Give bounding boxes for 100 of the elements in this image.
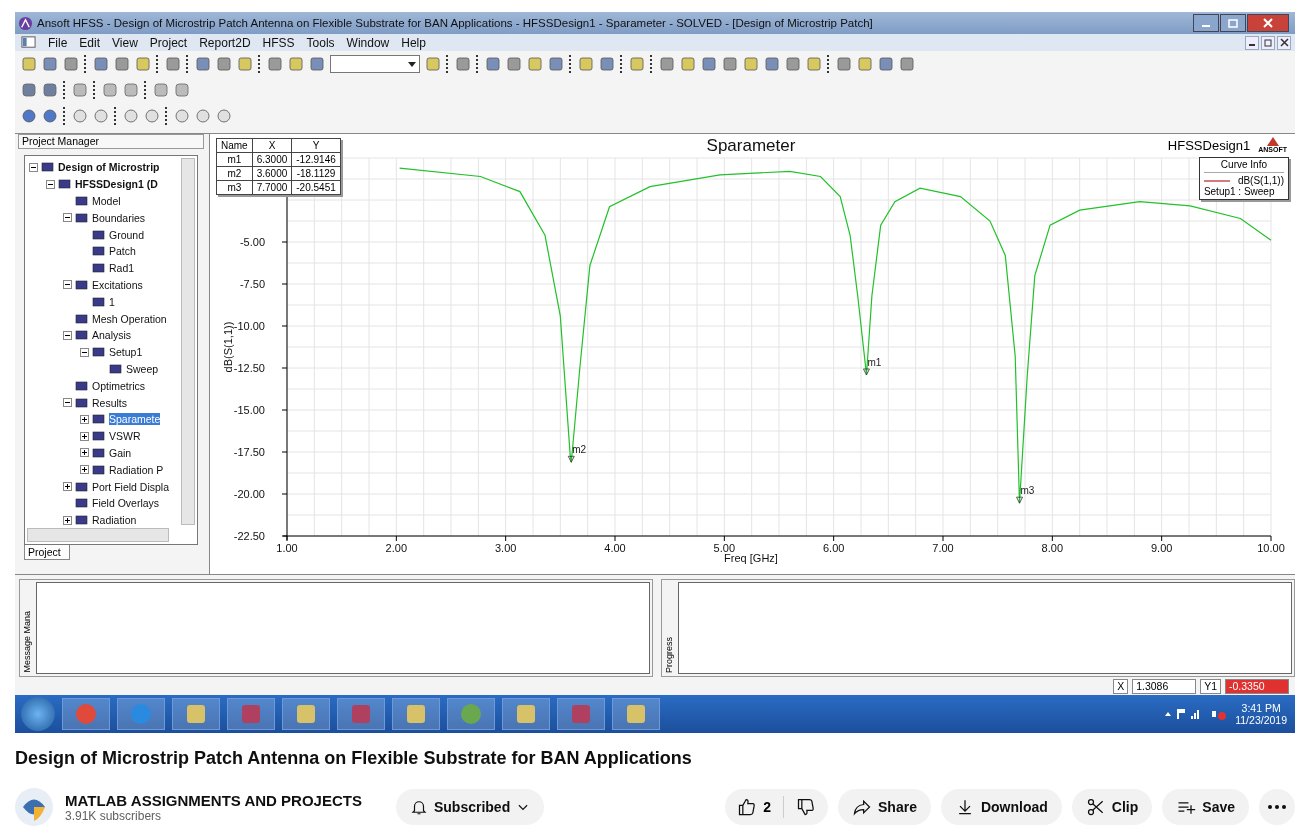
y-tick-label: -10.00 [233,320,265,332]
save-button[interactable]: Save [1162,789,1249,825]
menu-item[interactable]: File [48,35,68,50]
channel-avatar[interactable] [15,788,53,826]
circle-icon [74,702,98,726]
download-button[interactable]: Download [940,789,1062,825]
tree-item[interactable]: Ground [109,228,145,241]
more-button[interactable] [1259,789,1295,825]
menu-item[interactable]: Help [401,35,426,50]
collapse-icon[interactable] [63,330,72,340]
square-icon[interactable] [455,56,471,72]
expand-icon[interactable] [63,515,72,525]
table-cell: -18.1129 [291,166,341,181]
date-text: 11/23/2019 [1235,714,1287,726]
taskbar-button[interactable] [282,698,330,730]
tree-item[interactable]: Design of Microstrip [58,161,160,174]
x-tick-label: 2.00 [385,542,408,554]
minimize-button[interactable] [1193,14,1219,32]
tree-item[interactable]: VSWR [109,430,141,443]
document-icon[interactable] [21,35,36,50]
tree-item[interactable]: Radiation P [109,463,164,476]
close-icon [1279,38,1289,47]
share-button[interactable]: Share [838,789,931,825]
menu-item[interactable]: Project [149,35,188,50]
close-button[interactable] [1277,35,1291,50]
menu-item[interactable]: HFSS [262,35,295,50]
clock[interactable]: 3:41 PM 11/23/2019 [1235,702,1287,726]
node-icon [75,513,89,528]
node-icon [75,496,89,511]
table-cell: m1 [216,152,253,167]
tree-item[interactable]: Sweep [126,362,159,375]
tree-item[interactable]: HFSSDesign1 (D [75,178,158,191]
maximize-button[interactable] [1220,14,1246,32]
collapse-icon[interactable] [29,162,38,172]
node-icon [92,244,106,259]
tree-item[interactable]: Excitations [92,278,143,291]
minimize-button[interactable] [1245,35,1259,50]
expand-icon[interactable] [80,414,89,424]
close-icon [1262,18,1274,28]
taskbar-button[interactable] [337,698,385,730]
taskbar-button[interactable] [172,698,220,730]
table-cell: 6.3000 [252,152,292,167]
menu-item[interactable]: Tools [306,35,335,50]
node-icon [109,361,123,376]
taskbar-button[interactable] [392,698,440,730]
expand-icon[interactable] [63,482,72,492]
taskbar-button[interactable] [227,698,275,730]
scrollbar[interactable] [181,158,195,525]
thumbs-down-icon [796,797,817,817]
panel-tab[interactable]: Project [24,545,70,560]
tree-item[interactable]: Port Field Displa [92,480,170,493]
menu-item[interactable]: Window [346,35,390,50]
scrollbar[interactable] [27,528,169,542]
taskbar-button[interactable] [612,698,660,730]
menu-item[interactable]: View [112,35,138,50]
tree-item[interactable]: Optimetrics [92,379,146,392]
collapse-icon[interactable] [63,280,72,290]
subscribed-button[interactable]: Subscribed [395,789,545,825]
tree-item[interactable]: Radiation [92,514,137,527]
collapse-icon[interactable] [63,213,72,223]
y-tick-label: -20.00 [233,488,265,500]
table-cell: 3.6000 [252,166,292,181]
menu-item[interactable]: Report2D [199,35,251,50]
node-icon [75,395,89,410]
tree-item[interactable]: Analysis [92,329,132,342]
channel-name[interactable]: MATLAB ASSIGNMENTS AND PROJECTS [65,791,362,809]
tree-item[interactable]: Patch [109,245,136,258]
tree-item[interactable]: Boundaries [92,211,146,224]
panel-title: Message Mana [22,611,32,673]
taskbar-button[interactable] [557,698,605,730]
collapse-icon[interactable] [46,179,55,189]
taskbar-button[interactable] [502,698,550,730]
tree-item[interactable]: Results [92,396,127,409]
like-button[interactable]: 2 [725,789,784,825]
collapse-icon[interactable] [80,347,89,357]
expand-icon[interactable] [80,431,89,441]
node-icon [92,227,106,242]
tree-item[interactable]: Sparamete [109,413,161,426]
menu-item[interactable]: Edit [79,35,101,50]
minimize-icon [1202,25,1210,27]
tree-item[interactable]: Gain [109,446,132,459]
close-button[interactable] [1247,14,1289,32]
node-icon [92,412,106,427]
collapse-icon[interactable] [63,398,72,408]
start-button[interactable] [21,697,55,731]
more-icon [1267,804,1287,810]
table-cell: 7.7000 [252,180,292,195]
clip-button[interactable]: Clip [1071,789,1153,825]
tree-item[interactable]: Setup1 [109,346,143,359]
tree-item[interactable]: 1 [109,295,115,308]
y-tick-label: -17.50 [233,446,265,458]
expand-icon[interactable] [80,465,89,475]
dropdown-field[interactable] [330,55,420,73]
tree-item[interactable]: Model [92,195,121,207]
tree-item[interactable]: Field Overlays [92,497,160,510]
panel-title: Progress [664,637,674,673]
expand-icon[interactable] [80,448,89,458]
tree-item[interactable]: Mesh Operation [92,312,167,325]
tree-item[interactable]: Rad1 [109,262,135,275]
table-cell: m2 [216,166,253,181]
